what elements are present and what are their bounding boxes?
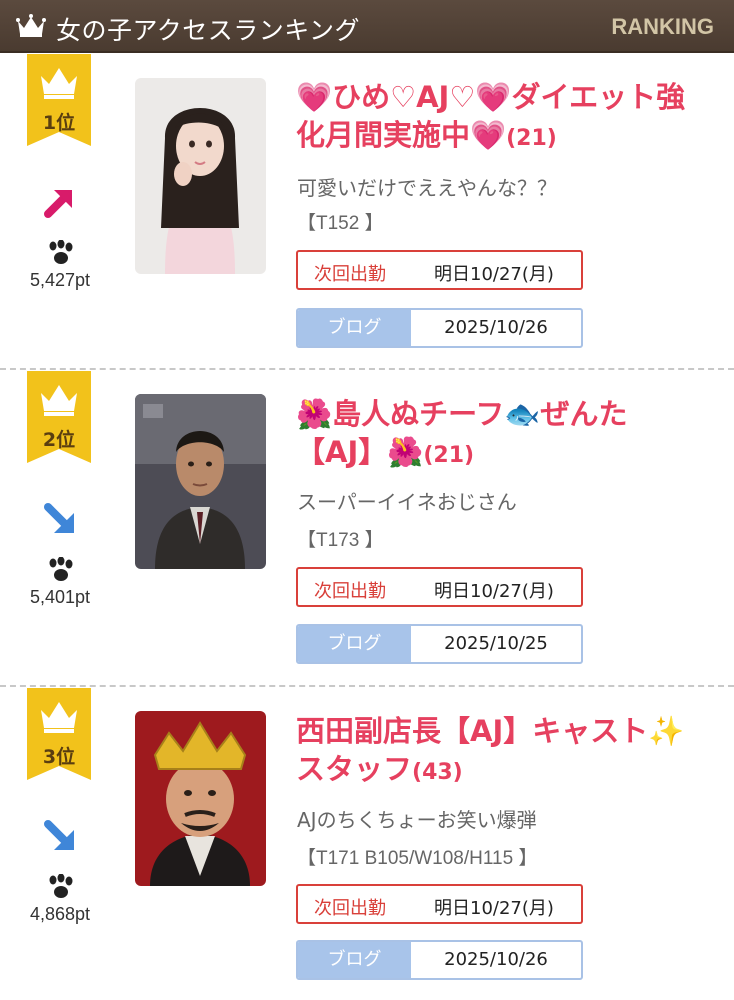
entry-divider bbox=[0, 368, 734, 370]
paw-icon bbox=[49, 557, 73, 581]
blog-label: ブログ bbox=[298, 310, 411, 346]
next-shift-value: 明日10/27(月) bbox=[434, 264, 554, 285]
next-shift-box[interactable]: 次回出勤 明日10/27(月) bbox=[296, 567, 583, 607]
rank-label: 1位 bbox=[42, 112, 76, 134]
rank-label: 2位 bbox=[42, 429, 76, 451]
cast-comment: スーパーイイネおじさん bbox=[297, 490, 517, 514]
next-shift-label: 次回出勤 bbox=[314, 898, 386, 919]
cast-name[interactable]: 💗ひめ♡AJ♡💗ダイエット強 化月間実施中💗(21) bbox=[296, 78, 716, 158]
points: 4,868pt bbox=[29, 904, 91, 924]
ranking-label[interactable]: RANKING bbox=[611, 14, 714, 40]
next-shift-label: 次回出勤 bbox=[314, 581, 386, 602]
blog-date: 2025/10/26 bbox=[444, 317, 548, 338]
cast-size: 【T173 】 bbox=[297, 530, 384, 551]
ranking-entry-2[interactable]: 2位 5,401pt 🌺島人ぬチーフ🐟ぜんた 【AJ】🌺(21) スーパーイイネ… bbox=[0, 371, 734, 687]
cast-size: 【T152 】 bbox=[297, 213, 384, 234]
next-shift-value: 明日10/27(月) bbox=[434, 581, 554, 602]
cast-photo[interactable] bbox=[135, 78, 266, 274]
blog-date: 2025/10/26 bbox=[444, 949, 548, 970]
cast-comment: 可愛いだけでええやんな？？ bbox=[297, 176, 557, 200]
cast-size: 【T171 B105/W108/H115 】 bbox=[297, 848, 538, 869]
down-right-arrow-icon bbox=[44, 503, 74, 533]
cast-age: (21) bbox=[423, 443, 475, 468]
paw-icon bbox=[49, 874, 73, 898]
blog-date: 2025/10/25 bbox=[444, 633, 548, 654]
cast-name-line1: 💗ひめ♡AJ♡💗ダイエット強 bbox=[296, 80, 686, 114]
blog-label: ブログ bbox=[298, 942, 411, 978]
ranking-entry-1[interactable]: 1位 5,427pt 💗ひめ♡AJ♡💗ダイエット強 化月間実施中💗(21) 可愛… bbox=[0, 54, 734, 370]
blog-link-box[interactable]: ブログ 2025/10/26 bbox=[296, 940, 583, 980]
rank-badge: 3位 bbox=[27, 688, 91, 780]
next-shift-box[interactable]: 次回出勤 明日10/27(月) bbox=[296, 884, 583, 924]
cast-photo[interactable] bbox=[135, 394, 266, 569]
cast-name[interactable]: 西田副店長【AJ】キャスト✨ スタッフ(43) bbox=[296, 712, 716, 792]
rank-badge: 2位 bbox=[27, 371, 91, 463]
cast-photo[interactable] bbox=[135, 711, 266, 886]
blog-link-box[interactable]: ブログ 2025/10/25 bbox=[296, 624, 583, 664]
rank-badge: 1位 bbox=[27, 54, 91, 146]
cast-name-line1: 🌺島人ぬチーフ🐟ぜんた bbox=[296, 397, 628, 431]
next-shift-label: 次回出勤 bbox=[314, 264, 386, 285]
cast-name[interactable]: 🌺島人ぬチーフ🐟ぜんた 【AJ】🌺(21) bbox=[296, 395, 716, 475]
ranking-entry-3[interactable]: 3位 4,868pt 西田副店長【AJ】キャスト✨ スタッフ(43) AJのちく… bbox=[0, 688, 734, 1000]
points: 5,401pt bbox=[29, 587, 91, 607]
next-shift-value: 明日10/27(月) bbox=[434, 898, 554, 919]
cast-comment: AJのちくちょーお笑い爆弾 bbox=[297, 808, 537, 832]
up-right-arrow-icon bbox=[44, 190, 72, 218]
next-shift-box[interactable]: 次回出勤 明日10/27(月) bbox=[296, 250, 583, 290]
header-title: 女の子アクセスランキング bbox=[56, 16, 361, 45]
points: 5,427pt bbox=[29, 270, 91, 290]
blog-link-box[interactable]: ブログ 2025/10/26 bbox=[296, 308, 583, 348]
rank-label: 3位 bbox=[42, 746, 76, 768]
cast-name-line2: 【AJ】🌺 bbox=[296, 435, 424, 469]
cast-age: (21) bbox=[506, 126, 557, 151]
blog-label: ブログ bbox=[298, 626, 411, 662]
entry-divider bbox=[0, 685, 734, 687]
cast-name-line2: スタッフ bbox=[296, 752, 413, 786]
paw-icon bbox=[49, 240, 73, 264]
down-right-arrow-icon bbox=[44, 820, 74, 850]
cast-age: (43) bbox=[412, 760, 463, 785]
cast-name-line1: 西田副店長【AJ】キャスト✨ bbox=[296, 714, 685, 748]
ranking-header: 女の子アクセスランキング RANKING bbox=[0, 0, 734, 53]
crown-icon bbox=[16, 14, 46, 37]
cast-name-line2: 化月間実施中💗 bbox=[296, 118, 507, 152]
